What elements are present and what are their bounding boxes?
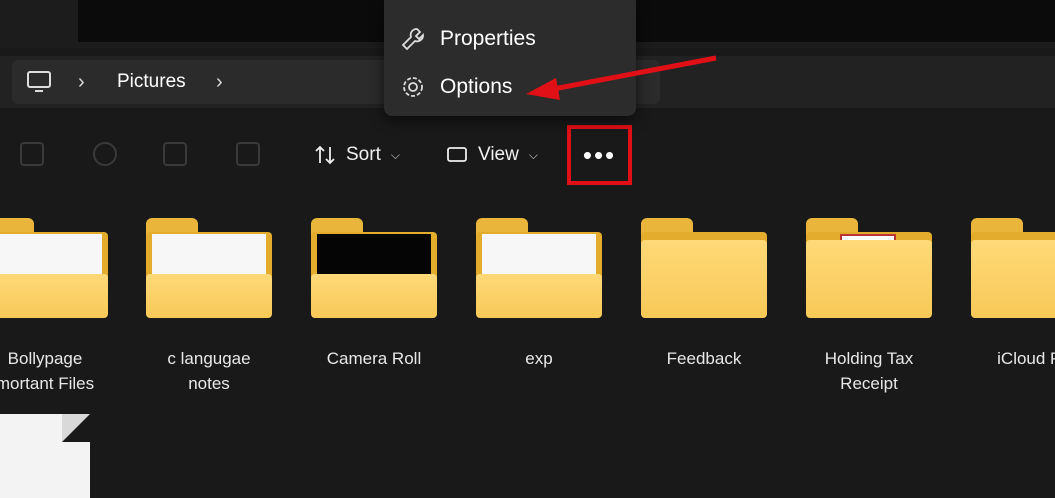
folder-name-line1: Holding Tax <box>824 349 914 368</box>
folder-name: Feedback <box>641 346 767 371</box>
folder-icon <box>311 212 437 318</box>
folder-name: exp <box>476 346 602 371</box>
folder-name-line1: Feedback <box>666 349 742 368</box>
folder-preview <box>317 234 431 278</box>
folder-name-line1: exp <box>525 349 553 368</box>
folder-name-line1: c langugae notes <box>167 349 251 393</box>
folder-preview <box>152 234 266 278</box>
folder-preview <box>0 234 102 278</box>
folder-name: Camera Roll <box>311 346 437 371</box>
folder-name: Bollypage mortant Files <box>0 346 108 396</box>
folder-name-line1: Bollypage <box>7 349 83 368</box>
folder-name-line1: Camera Roll <box>326 349 422 368</box>
folder-name: iCloud Ph <box>971 346 1055 371</box>
folder-icon <box>806 212 932 318</box>
folder-preview <box>482 234 596 278</box>
folder-icon <box>971 212 1055 318</box>
folder-icon <box>476 212 602 318</box>
folder-icon <box>641 212 767 318</box>
folder-name-line1: iCloud Ph <box>997 349 1055 368</box>
folder-icon <box>146 212 272 318</box>
folder-name-line2: mortant Files <box>0 374 95 393</box>
file-icon[interactable] <box>0 414 90 498</box>
folder-icon <box>0 212 108 318</box>
folder-name-line2: Receipt <box>840 374 898 393</box>
folder-name: c langugae notes <box>146 346 272 396</box>
folder-name: Holding Tax Receipt <box>806 346 932 396</box>
